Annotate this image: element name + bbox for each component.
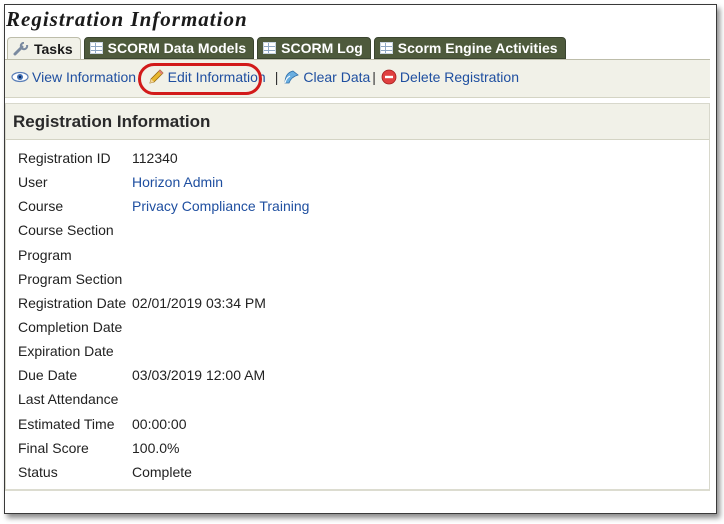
field-label: Registration Date xyxy=(18,294,127,311)
tab-label: SCORM Log xyxy=(281,40,363,56)
field-row-completion-date: Completion Date xyxy=(18,315,309,339)
field-value: 100.0% xyxy=(132,439,180,456)
field-row-last-attendance: Last Attendance xyxy=(18,387,309,411)
field-row-registration-date: Registration Date 02/01/2019 03:34 PM xyxy=(18,291,309,315)
field-value: 02/01/2019 03:34 PM xyxy=(132,294,266,311)
field-label: Final Score xyxy=(18,439,89,456)
tab-tasks[interactable]: Tasks xyxy=(7,37,81,60)
tab-label: SCORM Data Models xyxy=(107,40,247,56)
field-row-user: User Horizon Admin xyxy=(18,170,309,194)
field-label: Completion Date xyxy=(18,319,123,336)
field-label: Program xyxy=(18,246,72,263)
user-link[interactable]: Horizon Admin xyxy=(132,174,223,190)
tab-bar: Tasks SCORM Data Models SCORM Log Scorm … xyxy=(7,37,566,60)
view-information-link[interactable]: View Information xyxy=(11,69,136,85)
status-value: Complete xyxy=(132,463,192,480)
field-label: Program Section xyxy=(18,270,123,287)
edit-information-label: Edit Information xyxy=(167,69,266,85)
field-value: 03/03/2019 12:00 AM xyxy=(132,367,266,384)
field-label: Status xyxy=(18,463,58,480)
table-icon xyxy=(263,42,277,54)
field-row-course: Course Privacy Compliance Training xyxy=(18,194,309,218)
table-icon xyxy=(89,42,103,54)
field-row-course-section: Course Section xyxy=(18,218,309,242)
field-row-estimated-time: Estimated Time 00:00:00 xyxy=(18,412,309,436)
field-row-status: Status Complete xyxy=(18,460,309,484)
toolbar-separator: | xyxy=(138,69,142,85)
field-label: Due Date xyxy=(18,367,78,384)
edit-information-link[interactable]: Edit Information xyxy=(147,69,266,85)
delete-registration-link[interactable]: Delete Registration xyxy=(381,69,519,85)
field-row-registration-id: Registration ID 112340 xyxy=(18,146,309,170)
toolbar-separator: | xyxy=(372,69,376,85)
field-row-final-score: Final Score 100.0% xyxy=(18,436,309,460)
registration-info-panel: Registration Information Registration ID… xyxy=(5,103,710,491)
panel-title: Registration Information xyxy=(6,104,709,140)
field-row-program: Program xyxy=(18,243,309,267)
wrench-icon xyxy=(13,42,29,56)
pencil-icon xyxy=(149,69,164,84)
table-icon xyxy=(379,42,393,54)
field-row-program-section: Program Section xyxy=(18,267,309,291)
clear-data-label: Clear Data xyxy=(303,69,371,85)
tab-scorm-log[interactable]: SCORM Log xyxy=(257,37,371,59)
clear-data-link[interactable]: Clear Data xyxy=(283,69,370,85)
field-label: Registration ID xyxy=(18,150,111,167)
field-label: User xyxy=(18,174,48,191)
page-title: Registration Information xyxy=(6,7,248,31)
view-information-label: View Information xyxy=(32,69,137,85)
field-label: Expiration Date xyxy=(18,343,114,360)
delete-registration-label: Delete Registration xyxy=(399,69,519,85)
action-toolbar: View Information | Edit Information | Cl… xyxy=(11,66,519,88)
eye-icon xyxy=(11,71,29,83)
field-label: Course Section xyxy=(18,222,114,239)
tab-scorm-data-models[interactable]: SCORM Data Models xyxy=(83,37,255,59)
toolbar-separator: | xyxy=(274,69,279,85)
field-row-due-date: Due Date 03/03/2019 12:00 AM xyxy=(18,363,309,387)
field-value: 00:00:00 xyxy=(132,415,187,432)
course-link[interactable]: Privacy Compliance Training xyxy=(132,198,309,214)
field-value: 112340 xyxy=(132,150,178,167)
delete-icon xyxy=(381,69,397,85)
tab-scorm-engine-activities[interactable]: Scorm Engine Activities xyxy=(373,37,566,59)
field-label: Estimated Time xyxy=(18,415,115,432)
registration-details: Registration ID 112340 User Horizon Admi… xyxy=(18,146,309,484)
field-label: Last Attendance xyxy=(18,391,119,408)
eraser-icon xyxy=(284,70,300,84)
tab-label: Scorm Engine Activities xyxy=(397,40,558,56)
field-label: Course xyxy=(18,198,64,215)
tab-label: Tasks xyxy=(34,41,73,57)
field-row-expiration-date: Expiration Date xyxy=(18,339,309,363)
